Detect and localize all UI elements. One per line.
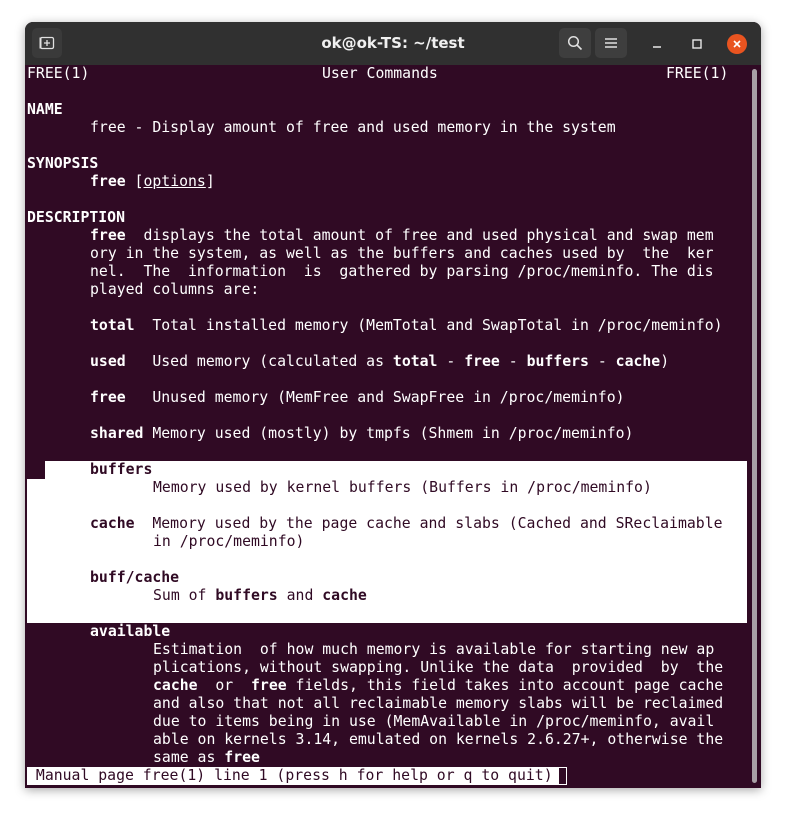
available-line-2: plications, without swapping. Unlike the… [153,659,724,676]
description-line-4: played columns are: [90,281,260,298]
highlight-notch [27,461,45,479]
section-description-heading: DESCRIPTION [27,209,125,226]
terminal-cursor [558,767,567,785]
free-entry: free Unused memory (MemFree and SwapFree… [90,389,625,407]
available-line-1: Estimation of how much memory is availab… [153,641,715,658]
available-line-3: cache or free fields, this field takes i… [153,677,723,695]
minimize-button[interactable] [647,34,667,54]
terminal-content[interactable]: FREE(1) User Commands FREE(1) NAME free … [25,65,761,788]
buffcache-and: and [277,587,323,604]
available-free: free [251,677,287,694]
cache-entry: cache Memory used by the page cache and … [90,515,723,533]
used-text: Used memory (calculated as [125,353,393,370]
used-sep-3: - [588,353,616,370]
synopsis-command: free [90,173,126,190]
used-label: used [90,353,126,370]
maximize-button[interactable] [687,34,707,54]
available-line-6: able on kernels 3.14, emulated on kernel… [153,731,724,748]
used-free: free [464,353,500,370]
available-line-3-rest: fields, this field takes into account pa… [286,677,724,694]
scrollbar-thumb[interactable] [752,69,757,783]
buffcache-text-prefix: Sum of [153,587,216,604]
terminal-window: ok@ok-TS: ~/test FREE(1) User Commands F… [25,22,761,788]
free-label: free [90,389,126,406]
menu-button[interactable] [595,28,627,58]
buffers-text: Memory used by kernel buffers (Buffers i… [153,479,652,496]
total-label: total [90,317,135,334]
pager-status-text: Manual page free(1) line 1 (press h for … [27,767,553,784]
description-line-2: ory in the system, as well as the buffer… [90,245,714,262]
section-name-heading: NAME [27,101,63,118]
title-bar[interactable]: ok@ok-TS: ~/test [25,22,761,65]
used-close: ) [660,353,670,370]
total-entry: total Total installed memory (MemTotal a… [90,317,723,335]
total-text: Total installed memory (MemTotal and Swa… [134,317,723,334]
man-header-right: FREE(1) [666,65,729,82]
section-synopsis-heading: SYNOPSIS [27,155,99,172]
shared-label: shared [90,425,144,442]
buffcache-label: buff/cache [90,569,180,586]
close-button[interactable] [727,34,747,54]
cache-text-2: in /proc/meminfo) [153,533,305,550]
description-line-1: free displays the total amount of free a… [90,227,714,245]
used-cache: cache [615,353,661,370]
search-button[interactable] [559,28,591,58]
maximize-icon [692,39,702,49]
available-cache: cache [153,677,198,694]
available-label: available [90,623,171,640]
available-line-7-text: same as [153,749,225,766]
man-header-left: FREE(1) [27,65,90,82]
used-sep-1: - [437,353,465,370]
cache-label: cache [90,515,135,532]
synopsis-line: free [options] [90,173,215,190]
shared-text: Memory used (mostly) by tmpfs (Shmem in … [143,425,634,442]
available-line-4: and also that not all reclaimable memory… [153,695,724,712]
used-total: total [392,353,438,370]
available-or: or [197,677,251,694]
man-header-center: User Commands [322,65,438,82]
search-icon [567,35,583,51]
free-text: Unused memory (MemFree and SwapFree in /… [125,389,625,406]
close-icon [733,40,741,48]
available-line-5: due to items being in use (MemAvailable … [153,713,715,730]
used-sep-2: - [499,353,527,370]
buffcache-cache: cache [322,587,367,604]
description-command: free [90,227,126,244]
buffcache-text: Sum of buffers and cache [153,587,367,605]
available-line-7: same as free [153,749,260,767]
shared-entry: shared Memory used (mostly) by tmpfs (Sh… [90,425,633,443]
available-free-2: free [224,749,260,766]
used-entry: used Used memory (calculated as total - … [90,353,669,371]
buffcache-buffers: buffers [215,587,278,604]
hamburger-menu-icon [605,38,617,48]
description-text-1: displays the total amount of free and us… [125,227,714,244]
minimize-icon [653,46,661,48]
synopsis-options: options [143,173,206,190]
name-text: free - Display amount of free and used m… [90,119,616,136]
description-line-3: nel. The information is gathered by pars… [90,263,714,280]
cache-text-1: Memory used by the page cache and slabs … [134,515,723,532]
used-buffers: buffers [526,353,589,370]
buffers-label: buffers [90,461,153,478]
